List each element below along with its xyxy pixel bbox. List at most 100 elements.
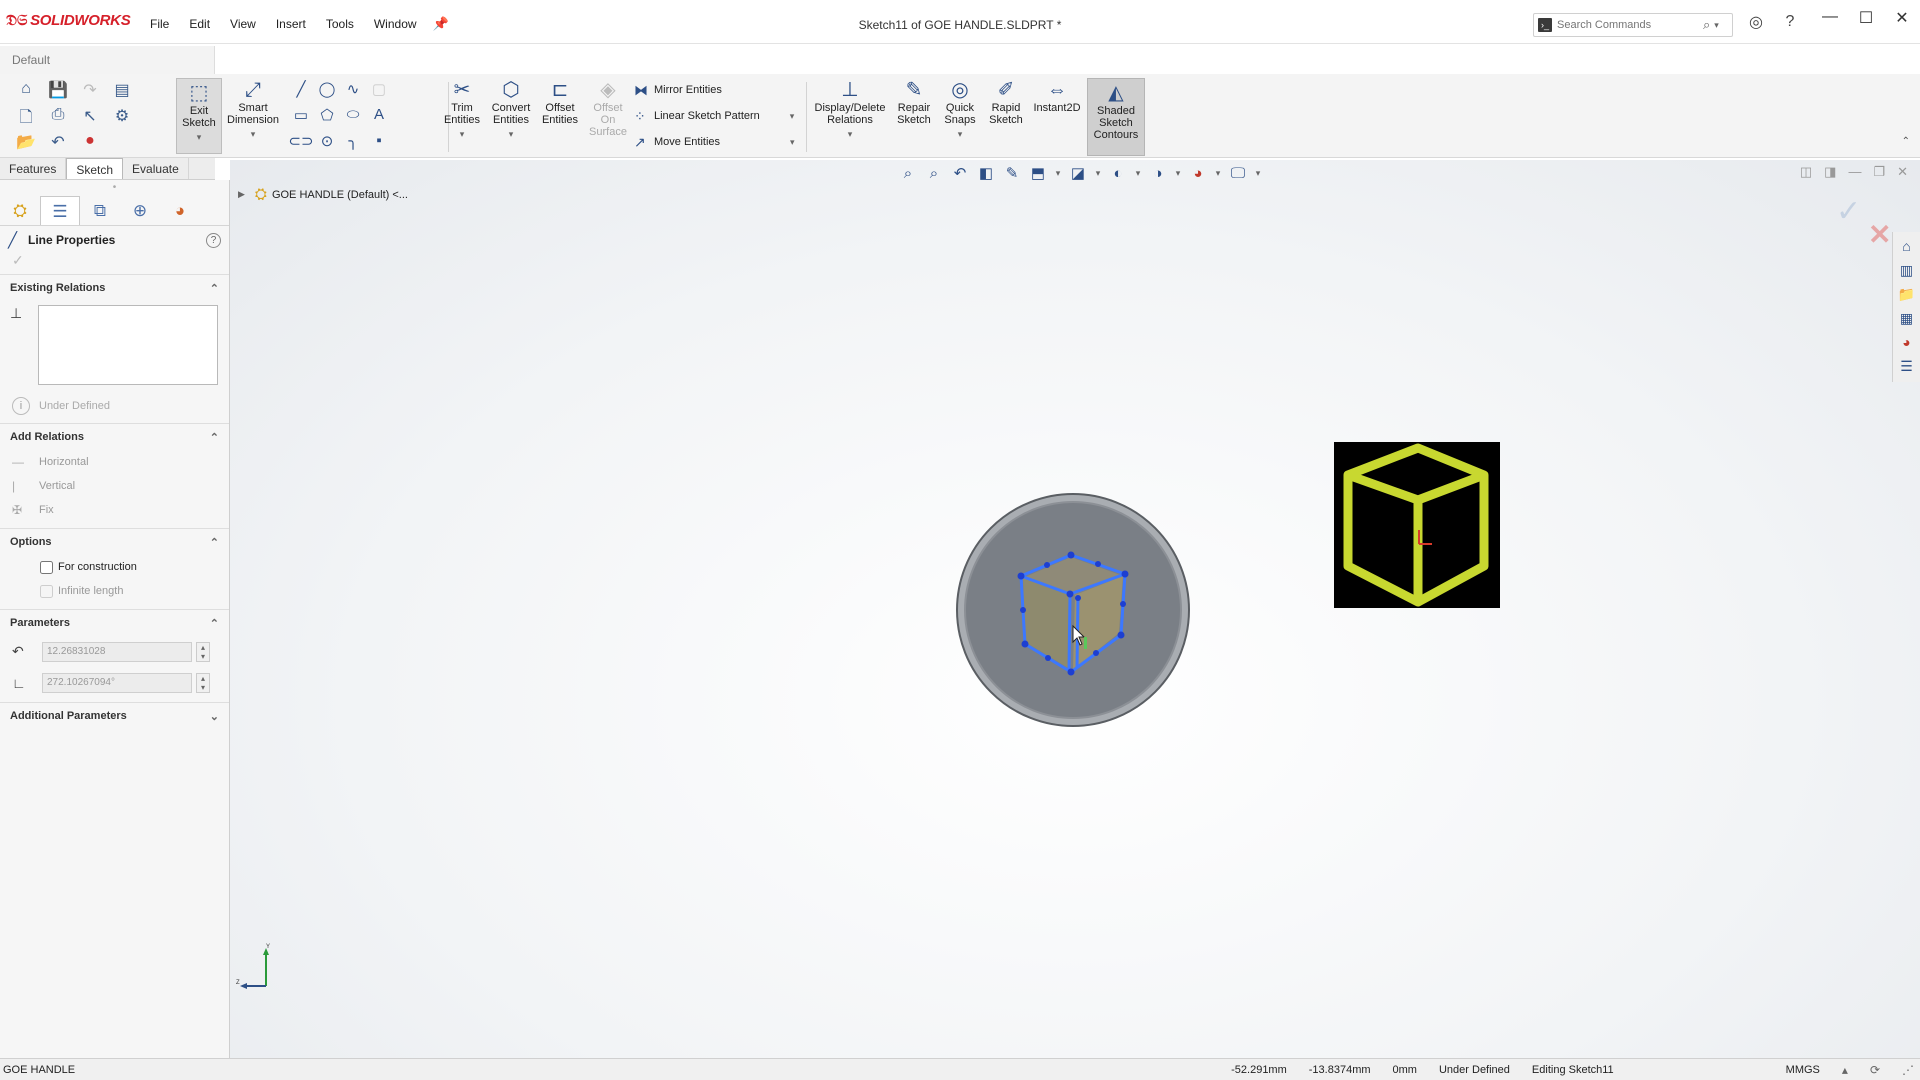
pin-icon[interactable]: 📌 [427,14,455,34]
part-model[interactable] [943,480,1203,740]
mirror-entities-button[interactable]: ⧓ Mirror Entities [634,80,795,100]
search-input[interactable] [1557,19,1697,31]
chevron-down-icon[interactable]: ▾ [1174,168,1182,179]
chevron-down-icon[interactable]: ▾ [1214,168,1222,179]
file-explorer-icon[interactable]: 📁 [1898,286,1915,304]
display-delete-relations-button[interactable]: ⊥ Display/Delete Relations ▾ [812,78,888,140]
search-icon[interactable]: ⌕ [1703,17,1710,33]
chevron-down-icon[interactable]: ⌄ [210,710,219,723]
chevron-up-icon[interactable]: ⌃ [210,282,219,295]
smart-dimension-button[interactable]: ⤢ Smart Dimension ▾ [226,78,280,140]
options-header[interactable]: Options ⌃ [0,529,229,555]
ok-check-icon[interactable]: ✓ [0,252,229,274]
add-relations-header[interactable]: Add Relations ⌃ [0,424,229,450]
chevron-down-icon[interactable]: ▾ [790,137,795,148]
rapid-sketch-button[interactable]: ✐ Rapid Sketch [986,78,1026,126]
save-icon[interactable]: 💾 [42,80,74,100]
tab-features[interactable]: Features [0,158,67,179]
property-manager-icon[interactable]: ☰ [40,196,80,225]
chevron-down-icon[interactable]: ▾ [460,128,465,140]
trim-entities-button[interactable]: ✂ Trim Entities ▾ [444,78,480,140]
menu-window[interactable]: Window [364,14,427,34]
home-icon[interactable]: ⌂ [10,80,42,100]
chevron-down-icon[interactable]: ▾ [1134,168,1142,179]
close-icon[interactable]: ✕ [1897,164,1908,180]
menu-view[interactable]: View [220,14,266,34]
relation-vertical[interactable]: | Vertical [0,474,229,498]
configuration-select[interactable]: Default [4,50,209,70]
feature-tree-flyout[interactable]: ▶ ⛭ GOE HANDLE (Default) <... [238,186,408,203]
undo-icon[interactable]: ↶ [42,132,74,152]
chevron-down-icon[interactable]: ▾ [1094,168,1102,179]
fillet-icon[interactable]: ╮ [340,132,366,152]
chevron-up-icon[interactable]: ⌃ [210,617,219,630]
solidworks-logo[interactable]: 𝔇𝔖 SOLIDWORKS [6,12,131,29]
collapse-ribbon-icon[interactable]: ⌃ [1902,136,1910,147]
tab-evaluate[interactable]: Evaluate [123,158,189,179]
polygon-circle-icon[interactable]: ⊙ [314,132,340,152]
unit-system[interactable]: MMGS [1786,1064,1820,1076]
menu-tools[interactable]: Tools [316,14,364,34]
convert-entities-button[interactable]: ⬡ Convert Entities ▾ [489,78,533,140]
spline-icon[interactable]: ∿ [340,80,366,100]
angle-spinner[interactable]: ▴ ▾ [196,672,210,693]
restore-icon[interactable]: ❐ [1873,164,1885,180]
sketch-picture[interactable] [1334,442,1500,608]
maximize-icon[interactable]: ☐ [1848,8,1884,28]
quick-snaps-button[interactable]: ◎ Quick Snaps ▾ [940,78,980,140]
chevron-down-icon[interactable]: ▾ [848,128,853,140]
options-gear-icon[interactable]: ⚙ [106,106,138,126]
angle-input[interactable] [42,672,192,693]
relation-horizontal[interactable]: — Horizontal [0,450,229,474]
line-icon[interactable]: ╱ [288,80,314,100]
move-entities-button[interactable]: ↗ Move Entities ▾ [634,132,795,152]
chevron-down-icon[interactable]: ▾ [197,131,202,143]
circle-icon[interactable]: ◯ [314,80,340,100]
help-icon[interactable]: ? [206,232,221,248]
rebuild-status-icon[interactable]: ⟳ [1870,1063,1880,1077]
chevron-up-icon[interactable]: ▴ [1842,1063,1848,1077]
length-input[interactable] [42,641,192,662]
sketch-picture-icon[interactable]: ▢ [366,80,392,100]
panel-grip[interactable]: • [0,180,229,196]
exit-sketch-button[interactable]: ⬚ Exit Sketch ▾ [176,78,222,154]
file-properties-icon[interactable]: ▤ [106,80,138,100]
rectangle-icon[interactable]: ▭ [288,106,314,126]
view-palette-icon[interactable]: ▦ [1900,310,1913,328]
zoom-to-fit-icon[interactable]: ⌕ [898,165,918,182]
tab-sketch[interactable]: Sketch [66,158,124,179]
edit-appearance-icon[interactable]: ◑ [1148,165,1168,182]
minimize-icon[interactable]: — [1848,164,1861,180]
select-icon[interactable]: ↖ [74,106,106,126]
rebuild-icon[interactable]: ● [74,132,106,152]
close-icon[interactable]: ✕ [1884,8,1920,28]
menu-file[interactable]: File [140,14,179,34]
length-spinner[interactable]: ▴ ▾ [196,641,210,662]
zoom-to-area-icon[interactable]: ⌕ [924,165,944,182]
user-icon[interactable]: ◎ [1745,12,1767,32]
view-orientation-icon[interactable]: ⬒ [1028,164,1048,182]
menu-edit[interactable]: Edit [179,14,220,34]
display-style-icon[interactable]: ◪ [1068,164,1088,182]
view-settings-icon[interactable]: 🖵 [1228,165,1248,182]
point-icon[interactable]: ▪ [366,132,392,152]
cancel-sketch-icon[interactable]: ✕ [1868,218,1891,251]
split-view-icon[interactable]: ◨ [1824,164,1836,180]
exit-sketch-check-icon[interactable]: ✓ [1836,194,1861,229]
new-document-icon[interactable]: 🗋 [10,106,42,126]
configuration-manager-icon[interactable]: ⧉ [80,196,120,225]
display-manager-icon[interactable]: ◕ [160,196,200,225]
chevron-up-icon[interactable]: ⌃ [210,536,219,549]
linear-sketch-pattern-button[interactable]: ⁘ Linear Sketch Pattern ▾ [634,106,795,126]
minimize-icon[interactable]: — [1812,8,1848,28]
chevron-down-icon[interactable]: ▾ [958,128,963,140]
text-icon[interactable]: A [366,106,392,126]
dimxpert-manager-icon[interactable]: ⊕ [120,196,160,225]
dynamic-annotation-icon[interactable]: ✎ [1002,164,1022,182]
chevron-up-icon[interactable]: ⌃ [210,431,219,444]
menu-insert[interactable]: Insert [266,14,316,34]
previous-view-icon[interactable]: ↶ [950,164,970,182]
slot-icon[interactable]: ⊂⊃ [288,132,314,152]
open-icon[interactable]: 📂 [10,132,42,152]
apply-scene-icon[interactable]: ◕ [1188,165,1208,182]
